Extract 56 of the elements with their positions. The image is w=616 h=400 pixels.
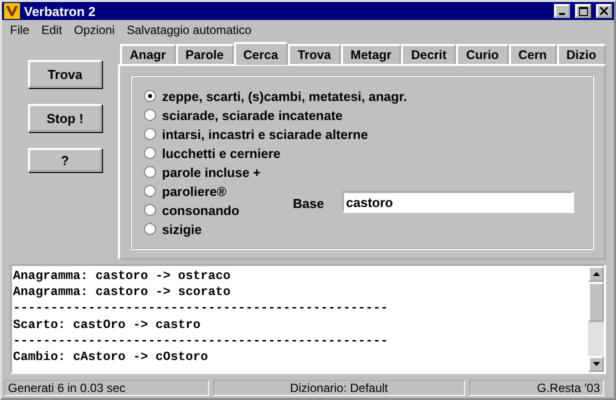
tab[interactable]: Dizio [556,44,606,64]
scroll-thumb[interactable] [588,282,604,322]
menu-item[interactable]: Edit [41,23,62,37]
scroll-up-button[interactable] [588,266,604,282]
result-line: Anagramma: castoro -> ostraco [13,268,232,284]
menu-item[interactable]: Salvataggio automatico [126,23,252,37]
radio-option[interactable]: sizigie [144,221,202,237]
up-arrow-icon [592,272,600,276]
minimize-button[interactable] [554,4,570,18]
radio-icon[interactable] [144,147,156,159]
radio-icon[interactable] [144,109,156,121]
result-line: Cambio: cAstoro -> cOstoro [13,349,210,366]
radio-option[interactable]: zeppe, scarti, (s)cambi, metatesi, anagr. [144,88,407,104]
result-line: -------------------------------------------------- [13,300,390,317]
radio-option[interactable]: sciarade, sciarade incatenate [144,107,343,123]
base-input-field[interactable]: castoro [342,191,574,213]
result-line: Anagramma: castoro -> scorato [13,284,232,300]
maximize-button[interactable] [575,4,591,18]
status-text: Generati 6 in 0.03 sec [4,380,209,396]
radio-option[interactable]: intarsi, incastri e sciarade alterne [144,126,368,142]
radio-option[interactable]: parole incluse + [144,164,261,180]
scrollbar[interactable] [588,266,604,372]
close-button[interactable] [596,4,612,18]
status-text: Dizionario: Default [213,380,465,396]
tab[interactable]: Parole [176,44,234,64]
tab[interactable]: Cerca [234,42,288,65]
status-text: G.Resta '03 [469,380,604,396]
find-button[interactable]: Trova [28,60,102,88]
result-line: Scarto: castOro -> castro [13,316,202,333]
tab[interactable]: Anagr [120,44,176,64]
window-title: Verbatron 2 [24,4,97,18]
radio-icon[interactable] [144,90,156,102]
radio-icon[interactable] [144,185,156,197]
menu-item[interactable]: File [10,23,30,37]
base-label: Base [292,196,324,211]
result-line: -------------------------------------------------- [13,332,390,350]
radio-option[interactable]: consonando [144,202,240,218]
tab[interactable]: Curio [456,44,509,64]
radio-icon[interactable] [144,166,156,178]
radio-option[interactable]: lucchetti e cerniere [144,145,280,161]
radio-icon[interactable] [144,204,156,216]
app-logo-icon [4,3,20,19]
close-icon [600,7,608,15]
radio-option[interactable]: paroliere® [144,183,226,199]
tab[interactable]: Decrit [401,44,456,64]
maximize-icon [578,6,588,16]
scroll-down-button[interactable] [588,356,604,372]
stop-button[interactable]: Stop ! [28,104,102,132]
radio-icon[interactable] [144,128,156,140]
tab[interactable]: Cern [508,44,557,64]
down-arrow-icon [592,362,600,366]
help-button[interactable]: ? [28,148,102,172]
radio-icon[interactable] [144,223,156,235]
tab[interactable]: Metagr [340,44,402,64]
tab[interactable]: Trova [288,44,341,64]
menu-item[interactable]: Opzioni [74,23,115,37]
